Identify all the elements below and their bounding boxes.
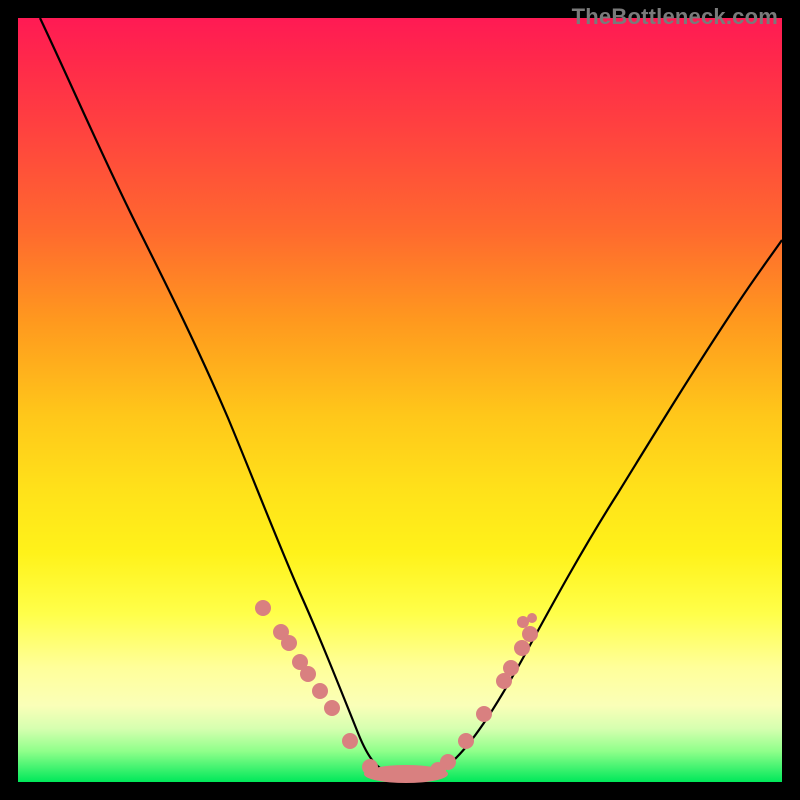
curve-marker — [514, 640, 530, 656]
plot-area — [18, 18, 782, 782]
curve-marker — [312, 683, 328, 699]
curve-marker — [503, 660, 519, 676]
curve-marker — [342, 733, 358, 749]
curve-layer — [18, 18, 782, 782]
curve-marker — [527, 613, 537, 623]
curve-marker — [362, 759, 378, 775]
curve-marker — [324, 700, 340, 716]
curve-marker — [476, 706, 492, 722]
curve-marker — [458, 733, 474, 749]
bottleneck-curve — [40, 18, 782, 776]
curve-marker — [522, 626, 538, 642]
chart-frame: TheBottleneck.com — [0, 0, 800, 800]
curve-marker — [440, 754, 456, 770]
curve-marker — [255, 600, 271, 616]
curve-marker — [281, 635, 297, 651]
curve-marker — [300, 666, 316, 682]
watermark-text: TheBottleneck.com — [572, 4, 778, 30]
